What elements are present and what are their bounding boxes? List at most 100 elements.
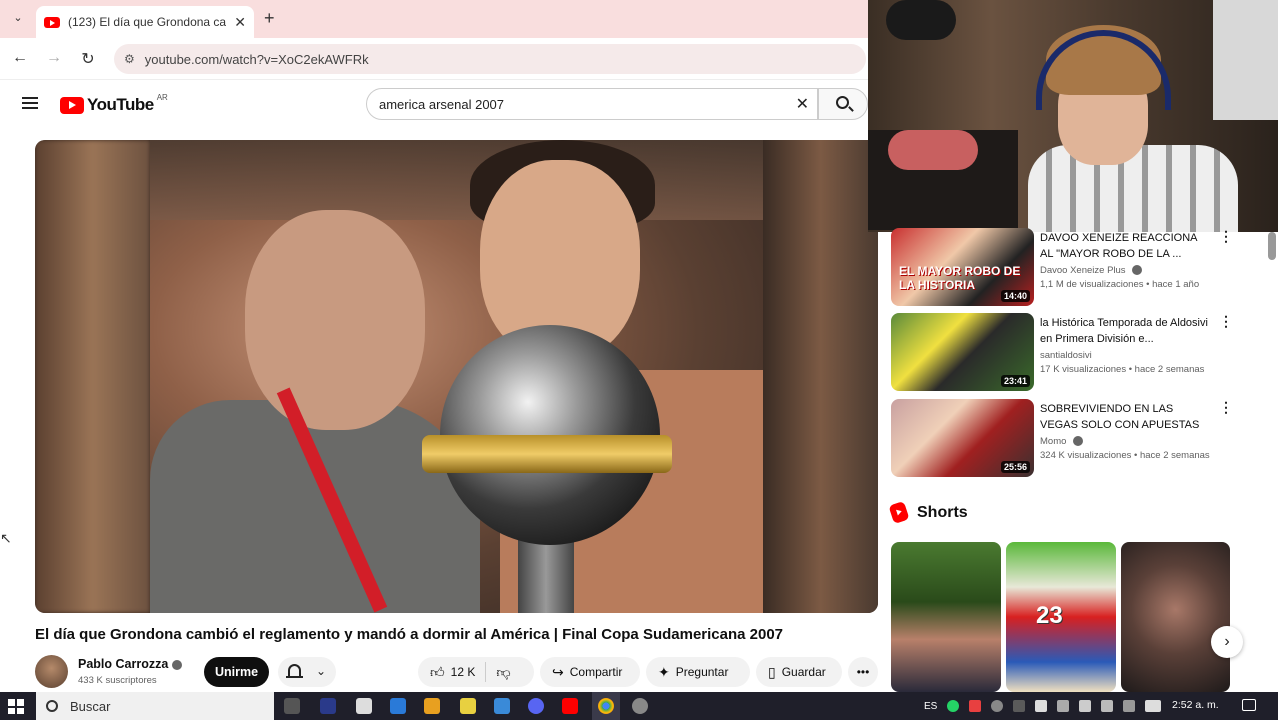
browser-toolbar: ← → ↻ ⚙ youtube.com/watch?v=XoC2ekAWFRk	[0, 38, 868, 80]
clear-search-icon[interactable]: ✕	[796, 94, 809, 114]
like-count[interactable]: 12 K	[451, 665, 476, 679]
youtube-logo[interactable]: YouTube AR	[60, 92, 168, 115]
battery-icon[interactable]	[1101, 700, 1114, 712]
like-thumb-icon[interactable]: 👍︎	[430, 664, 445, 681]
recommendation-thumbnail[interactable]: 23:41	[891, 313, 1034, 391]
windows-taskbar: Buscar ES 2:52 a. m.	[0, 692, 1278, 720]
recommendation-title[interactable]: la Histórica Temporada de Aldosivi en Pr…	[1040, 315, 1210, 347]
recommendation-channel[interactable]: santialdosivi	[1040, 350, 1210, 361]
tray-chevron-icon[interactable]	[1123, 700, 1136, 712]
video-player[interactable]	[35, 140, 878, 613]
obs-icon[interactable]	[632, 698, 648, 714]
like-dislike-group: 👍︎ 12 K 👎︎	[418, 657, 534, 687]
duration-badge: 23:41	[1000, 375, 1030, 387]
recommendation-thumbnail[interactable]: EL MAYOR ROBO DE LA HISTORIA 14:40	[891, 228, 1034, 306]
shorts-next-chevron-icon[interactable]: ›	[1211, 626, 1243, 658]
player-blur-left	[35, 140, 150, 613]
store-icon[interactable]	[494, 698, 510, 714]
recommendation-meta: 17 K visualizaciones • hace 2 semanas	[1040, 364, 1205, 375]
system-clock[interactable]: 2:52 a. m.	[1172, 699, 1219, 711]
recommendation-meta: 1,1 M de visualizaciones • hace 1 año	[1040, 279, 1200, 290]
recommendation-channel-row[interactable]: Momo	[1040, 436, 1210, 447]
recommendation-channel-row[interactable]: Davoo Xeneize Plus	[1040, 265, 1210, 276]
browser-tab-active[interactable]: (123) El día que Grondona cambi ✕	[36, 6, 254, 38]
man-face	[245, 210, 425, 430]
recommendation-title[interactable]: SOBREVIVIENDO EN LAS VEGAS SOLO CON APUE…	[1040, 401, 1210, 433]
forward-arrow-icon[interactable]: →	[44, 49, 64, 67]
recommendation-info: la Histórica Temporada de Aldosivi en Pr…	[1040, 315, 1210, 375]
streamer-shirt	[1028, 145, 1238, 232]
recommendation-info: SOBREVIVIENDO EN LAS VEGAS SOLO CON APUE…	[1040, 401, 1210, 461]
recommendation-thumbnail[interactable]: 25:56	[891, 399, 1034, 477]
share-button[interactable]: ↪ Compartir	[540, 657, 640, 687]
back-arrow-icon[interactable]: ←	[10, 49, 30, 67]
more-vert-icon[interactable]: ⋮	[1219, 228, 1233, 245]
dislike-thumb-icon[interactable]: 👎︎	[496, 664, 510, 681]
notifications-button[interactable]: ⌄	[278, 657, 336, 687]
new-tab-button[interactable]: +	[264, 8, 275, 29]
bell-icon	[286, 664, 303, 678]
room-object	[888, 130, 978, 170]
ask-button[interactable]: ✦ Preguntar	[646, 657, 750, 687]
notifications-icon[interactable]	[1242, 699, 1256, 711]
tray-app-icon[interactable]	[991, 700, 1004, 712]
recommendation-item[interactable]: 23:41 la Histórica Temporada de Aldosivi…	[891, 313, 1236, 393]
recommendation-title[interactable]: DAVOO XENEIZE REACCIONA AL "MAYOR ROBO D…	[1040, 230, 1210, 262]
join-button[interactable]: Unirme	[204, 657, 269, 687]
microphone	[886, 0, 956, 40]
steam-icon[interactable]	[1013, 700, 1026, 712]
taskbar-search-input[interactable]: Buscar	[36, 692, 274, 720]
chrome-taskbar-button[interactable]	[592, 692, 620, 720]
channel-avatar[interactable]	[35, 655, 68, 688]
sidebar-scrollbar[interactable]	[1268, 232, 1276, 260]
channel-name-row[interactable]: Pablo Carrozza	[78, 657, 183, 671]
more-vert-icon[interactable]: ⋮	[1219, 313, 1233, 330]
youtube-play-icon	[60, 96, 84, 114]
tab-search-chevron-icon[interactable]: ⌄	[10, 10, 26, 26]
site-settings-icon[interactable]: ⚙	[124, 52, 135, 66]
tray-app-icon[interactable]	[969, 700, 982, 712]
man-suit	[150, 400, 480, 613]
hamburger-menu-icon[interactable]	[22, 97, 38, 109]
task-view-icon[interactable]	[284, 698, 300, 714]
microphone-icon[interactable]	[1035, 700, 1048, 712]
save-button[interactable]: ▯ Guardar	[756, 657, 842, 687]
more-actions-button[interactable]: •••	[848, 657, 878, 687]
photoshop-icon[interactable]	[320, 698, 336, 714]
address-bar[interactable]: ⚙ youtube.com/watch?v=XoC2ekAWFRk	[114, 44, 866, 74]
duration-badge: 14:40	[1000, 290, 1030, 302]
channel-name: Pablo Carrozza	[78, 657, 169, 671]
tab-title: (123) El día que Grondona cambi	[68, 15, 226, 29]
search-input[interactable]: america arsenal 2007 ✕	[366, 88, 818, 120]
windows-start-icon[interactable]	[8, 699, 24, 714]
subscriber-count: 433 K suscriptores	[78, 675, 157, 686]
outlook-icon[interactable]	[390, 698, 406, 714]
short-thumbnail[interactable]	[891, 542, 1001, 692]
volume-icon[interactable]	[1079, 700, 1092, 712]
keyboard-icon[interactable]	[1145, 700, 1162, 712]
webcam-overlay	[868, 0, 1278, 232]
room-window	[1213, 0, 1278, 120]
app-icon[interactable]	[356, 698, 372, 714]
short-thumbnail[interactable]: 23	[1006, 542, 1116, 692]
language-indicator[interactable]: ES	[924, 701, 937, 712]
youtube-header: YouTube AR america arsenal 2007 ✕	[0, 80, 868, 130]
recommendation-channel: Davoo Xeneize Plus	[1040, 265, 1126, 276]
file-explorer-icon[interactable]	[424, 698, 440, 714]
recommendation-item[interactable]: EL MAYOR ROBO DE LA HISTORIA 14:40 DAVOO…	[891, 228, 1236, 308]
network-icon[interactable]	[1057, 700, 1070, 712]
shorts-logo-icon	[888, 500, 910, 525]
trophy-ring	[422, 435, 672, 473]
country-code: AR	[156, 92, 168, 102]
reload-icon[interactable]: ↻	[78, 49, 98, 69]
youtube-app-icon[interactable]	[562, 698, 578, 714]
folder-icon[interactable]	[460, 698, 476, 714]
recommendation-item[interactable]: 25:56 SOBREVIVIENDO EN LAS VEGAS SOLO CO…	[891, 399, 1236, 479]
search-button[interactable]	[818, 88, 868, 120]
verified-check-icon	[1132, 265, 1143, 276]
discord-icon[interactable]	[528, 698, 544, 714]
short-thumbnail[interactable]	[1121, 542, 1230, 692]
more-vert-icon[interactable]: ⋮	[1219, 399, 1233, 416]
whatsapp-icon[interactable]	[947, 700, 960, 712]
tab-close-icon[interactable]: ✕	[234, 14, 246, 31]
